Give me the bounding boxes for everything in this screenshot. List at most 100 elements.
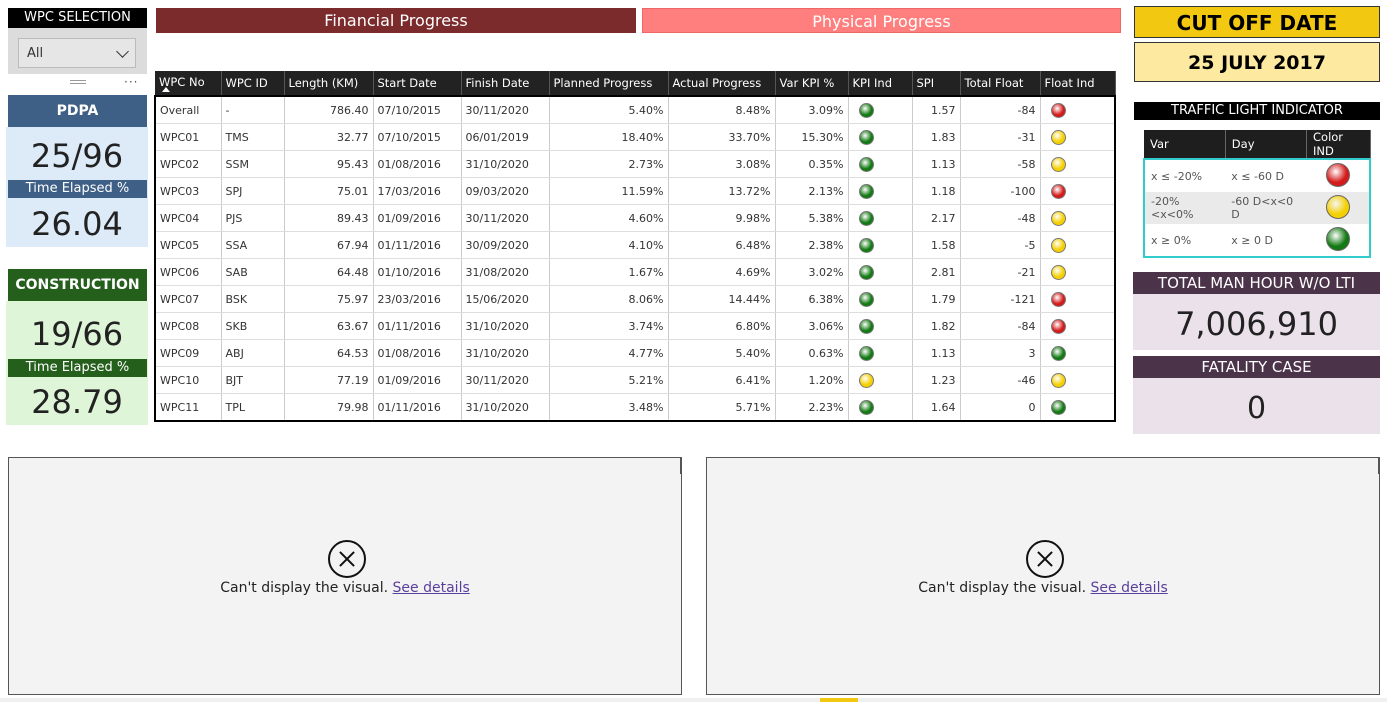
cell-start: 07/10/2015 [373,96,462,124]
drag-handle-icon[interactable] [70,80,86,84]
traffic-row: -20%<x<0% -60 D<x<0 D [1144,192,1370,224]
cell-spi: 1.18 [912,177,961,205]
column-header[interactable]: KPI Ind [848,71,913,96]
wpc-dropdown[interactable]: All [18,38,136,68]
traffic-day: -60 D<x<0 D [1231,195,1294,221]
traffic-var: x ≥ 0% [1151,233,1192,247]
traffic-row: x ≤ -20% x ≤ -60 D [1144,159,1370,192]
column-header-label: Planned Progress [553,76,653,90]
see-details-link[interactable]: See details [1091,580,1168,596]
table-row[interactable]: WPC09 ABJ 64.53 01/08/2016 31/10/2020 4.77% 5.… [155,339,1116,367]
green-light-icon [858,210,874,226]
cell-start: 01/10/2016 [373,258,462,286]
table-row[interactable]: WPC02 SSM 95.43 01/08/2016 31/10/2020 2.73% 3.… [155,150,1116,178]
table-row[interactable]: WPC07 BSK 75.97 23/03/2016 15/06/2020 8.06% 14… [155,285,1116,313]
cell-float: -84 [960,96,1041,124]
column-header-label: Length (KM) [288,76,359,90]
table-row[interactable]: WPC11 TPL 79.98 01/11/2016 31/10/2020 3.48% 5.… [155,393,1116,422]
column-header[interactable]: Total Float [960,71,1041,96]
cell-spi: 1.13 [912,339,961,367]
column-header[interactable]: Start Date [373,71,462,96]
fatality-label: FATALITY CASE [1133,356,1380,378]
cell-start: 01/09/2016 [373,204,462,232]
column-header[interactable]: Var KPI % [775,71,849,96]
cell-planned: 2.73% [549,150,669,178]
column-header[interactable]: Actual Progress [668,71,776,96]
cell-planned: 4.10% [549,231,669,259]
cell-var: 2.13% [775,177,849,205]
cell-float: -48 [960,204,1041,232]
traffic-column-header[interactable]: Var [1144,130,1226,159]
table-row[interactable]: WPC01 TMS 32.77 07/10/2015 06/01/2019 18.40% 3… [155,123,1116,151]
green-light-icon [1325,226,1350,251]
green-light-icon [858,129,874,145]
green-light-icon [858,183,874,199]
cell-float: -31 [960,123,1041,151]
cell-actual: 6.80% [668,312,776,340]
column-header[interactable]: Length (KM) [284,71,374,96]
wpc-dropdown-value: All [27,46,44,61]
more-options-icon[interactable]: ··· [124,75,138,89]
table-row[interactable]: Overall -786.40 07/10/2015 30/11/2020 5.40% 8… [155,96,1116,124]
cut-off-date-value: 25 JULY 2017 [1134,42,1380,82]
traffic-day: x ≤ -60 D [1231,169,1284,183]
cell-actual: 33.70% [668,123,776,151]
float-indicator-cell [1040,123,1116,151]
cell-length: 32.77 [284,123,374,151]
cell-no: WPC10 [155,366,222,394]
green-light-icon [1050,345,1066,361]
kpi-indicator-cell [848,123,913,151]
cell-actual: 6.41% [668,366,776,394]
kpi-indicator-cell [848,285,913,313]
table-row[interactable]: WPC08 SKB 63.67 01/11/2016 31/10/2020 3.74% 6.… [155,312,1116,340]
cell-id: BJT [221,366,285,394]
cell-planned: 5.40% [549,96,669,124]
column-header[interactable]: WPC No [155,71,222,96]
traffic-column-header[interactable]: Day [1225,130,1308,159]
cell-no: WPC09 [155,339,222,367]
error-message-text: Can't display the visual. [220,580,389,596]
construction-elapsed-label: Time Elapsed % [8,359,147,377]
green-light-icon [858,156,874,172]
construction-count: 19/66 [30,315,124,353]
cell-planned: 8.06% [549,285,669,313]
traffic-column-header[interactable]: Color IND [1306,130,1371,159]
error-message: Can't display the visual. See details [707,580,1379,596]
cell-finish: 31/10/2020 [461,312,550,340]
cell-id: SSA [221,231,285,259]
cell-spi: 1.83 [912,123,961,151]
cell-float: -84 [960,312,1041,340]
cell-finish: 31/10/2020 [461,393,550,422]
column-header-label: Float Ind [1044,76,1095,90]
column-header[interactable]: Float Ind [1040,71,1116,96]
see-details-link[interactable]: See details [393,580,470,596]
table-row[interactable]: WPC06 SAB 64.48 01/10/2016 31/08/2020 1.67% 4.… [155,258,1116,286]
cell-actual: 5.71% [668,393,776,422]
column-header[interactable]: SPI [912,71,961,96]
page-tab-strip [0,698,1387,702]
table-row[interactable]: WPC04 PJS 89.43 01/09/2016 30/11/2020 4.60% 9.… [155,204,1116,232]
cell-finish: 31/10/2020 [461,339,550,367]
kpi-indicator-cell [848,312,913,340]
error-circle-x-icon [1026,540,1064,578]
cell-float: 0 [960,393,1041,422]
red-light-icon [1050,102,1066,118]
green-light-icon [858,102,874,118]
column-header[interactable]: Planned Progress [549,71,669,96]
table-row[interactable]: WPC10 BJT 77.19 01/09/2016 30/11/2020 5.21% 6.… [155,366,1116,394]
cell-actual: 14.44% [668,285,776,313]
float-indicator-cell [1040,366,1116,394]
cell-var: 15.30% [775,123,849,151]
green-light-icon [858,264,874,280]
cell-spi: 2.81 [912,258,961,286]
table-row[interactable]: WPC05 SSA 67.94 01/11/2016 30/09/2020 4.10% 6.… [155,231,1116,259]
column-header[interactable]: WPC ID [221,71,285,96]
cell-planned: 4.60% [549,204,669,232]
active-page-tab[interactable] [820,698,858,702]
traffic-light-title: TRAFFIC LIGHT INDICATOR [1134,102,1380,120]
green-light-icon [858,291,874,307]
cell-var: 3.06% [775,312,849,340]
table-row[interactable]: WPC03 SPJ 75.01 17/03/2016 09/03/2020 11.59% 1… [155,177,1116,205]
yellow-light-icon [1050,129,1066,145]
column-header[interactable]: Finish Date [461,71,550,96]
